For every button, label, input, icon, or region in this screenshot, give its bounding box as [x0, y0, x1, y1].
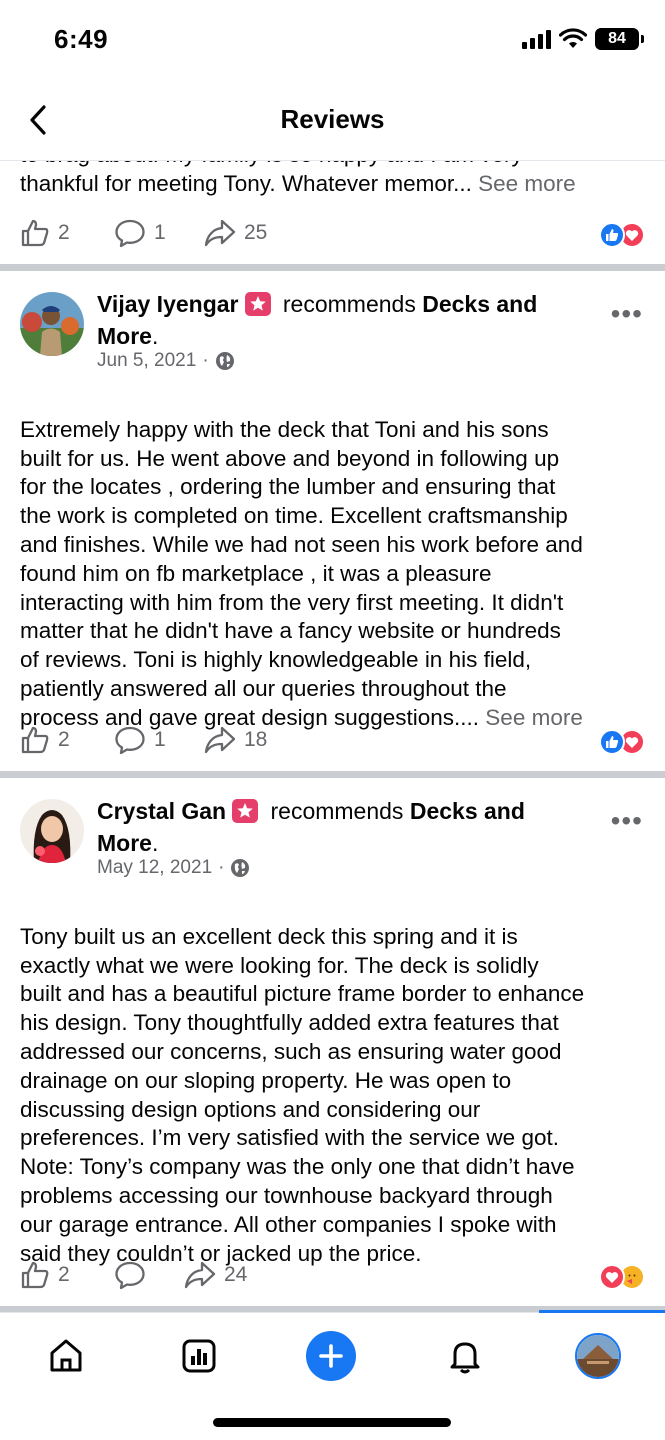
comment-button[interactable]: 1 [114, 218, 166, 248]
recommends-label: recommends [282, 291, 416, 317]
post-text-line: thankful for meeting Tony. Whatever memo… [20, 171, 472, 196]
share-count: 24 [224, 1263, 248, 1286]
like-count: 2 [58, 728, 70, 751]
period: . [151, 830, 159, 856]
like-icon [21, 219, 49, 247]
reactions-summary[interactable] [599, 1264, 645, 1290]
share-button[interactable]: 24 [184, 1260, 247, 1290]
header-divider [0, 160, 665, 161]
create-button[interactable] [306, 1331, 356, 1381]
status-icons: 84 [522, 28, 644, 50]
love-reaction-icon [599, 1264, 625, 1290]
reactions-summary[interactable] [599, 729, 645, 755]
post-date[interactable]: Jun 5, 2021 [97, 350, 196, 372]
page-name[interactable]: Decks and [422, 291, 537, 317]
author-name[interactable]: Crystal Gan [97, 798, 226, 824]
comment-icon [115, 726, 145, 755]
meta-dot: · [218, 857, 225, 878]
period: . [151, 323, 159, 349]
like-count: 2 [58, 1263, 70, 1286]
page-name-cont[interactable]: More [97, 323, 152, 349]
like-button[interactable]: 2 [20, 218, 70, 248]
comment-count: 1 [154, 728, 166, 751]
more-options-button[interactable]: ••• [611, 298, 643, 330]
post-body: Extremely happy with the deck that Toni … [20, 416, 583, 701]
share-icon [204, 726, 236, 754]
share-icon [184, 1261, 216, 1289]
more-options-button[interactable]: ••• [611, 805, 643, 837]
post-separator [0, 771, 665, 778]
share-button[interactable]: 25 [204, 218, 267, 248]
status-bar: 6:49 84 [0, 0, 665, 80]
like-reaction-icon [599, 729, 625, 755]
tab-professional-dashboard[interactable] [171, 1331, 227, 1381]
status-time: 6:49 [54, 24, 109, 54]
comment-button[interactable] [114, 1260, 154, 1290]
share-count: 18 [244, 728, 268, 751]
tab-profile[interactable] [570, 1331, 626, 1381]
top-fan-star-icon [244, 292, 271, 316]
post-author-line: Vijay Iyengar recommends Decks and More. [97, 288, 597, 352]
tab-notifications[interactable] [437, 1331, 493, 1381]
bell-icon [450, 1342, 480, 1374]
comment-icon [115, 219, 145, 248]
page-name-cont[interactable]: More [97, 830, 152, 856]
page-title: Reviews [280, 104, 385, 134]
post-meta: Jun 5, 2021 · [97, 350, 235, 372]
tab-home[interactable] [38, 1331, 94, 1381]
post-text: Tony built us an excellent deck this spr… [20, 894, 650, 1268]
reactions-summary[interactable] [599, 222, 645, 248]
post-text: Extremely happy with the deck that Toni … [20, 387, 650, 704]
share-count: 25 [244, 221, 268, 244]
globe-icon [215, 352, 234, 370]
home-icon [50, 1339, 82, 1372]
avatar[interactable] [20, 799, 84, 863]
post-text: thankful for meeting Tony. Whatever memo… [20, 169, 648, 198]
post-author-line: Crystal Gan recommends Decks and More. [97, 795, 597, 859]
recommends-label: recommends [270, 798, 404, 824]
see-more-link[interactable]: See more [478, 171, 576, 196]
wifi-icon [559, 28, 587, 48]
post-actions: 2 24 [0, 1254, 665, 1298]
like-icon [21, 1261, 49, 1289]
share-button[interactable]: 18 [204, 725, 267, 755]
dashboard-icon [182, 1339, 216, 1373]
home-indicator [213, 1418, 451, 1427]
page-name[interactable]: Decks and [410, 798, 525, 824]
globe-icon [231, 859, 250, 877]
author-name[interactable]: Vijay Iyengar [97, 291, 239, 317]
plus-icon [319, 1344, 343, 1368]
cellular-signal-icon [522, 29, 551, 49]
like-count: 2 [58, 221, 70, 244]
post-actions: 2 1 25 [0, 212, 665, 256]
post-separator [0, 264, 665, 271]
top-fan-star-icon [232, 799, 259, 823]
like-button[interactable]: 2 [20, 725, 70, 755]
reviews-feed[interactable]: to brag about. My family is so happy and… [0, 140, 665, 1312]
avatar[interactable] [20, 292, 84, 356]
post-body: Tony built us an excellent deck this spr… [20, 923, 585, 1266]
battery-indicator: 84 [595, 28, 644, 50]
like-icon [21, 726, 49, 754]
header: Reviews [0, 80, 665, 160]
like-reaction-icon [599, 222, 625, 248]
share-icon [204, 219, 236, 247]
post-date[interactable]: May 12, 2021 [97, 857, 212, 879]
comment-icon [115, 1261, 145, 1290]
meta-dot: · [202, 350, 209, 371]
comment-count: 1 [154, 221, 166, 244]
profile-avatar[interactable] [575, 1333, 621, 1379]
post-actions: 2 1 18 [0, 719, 665, 763]
tab-create[interactable] [303, 1331, 359, 1381]
comment-button[interactable]: 1 [114, 725, 166, 755]
active-tab-indicator [539, 1310, 665, 1313]
like-button[interactable]: 2 [20, 1260, 70, 1290]
post-meta: May 12, 2021 · [97, 857, 250, 879]
